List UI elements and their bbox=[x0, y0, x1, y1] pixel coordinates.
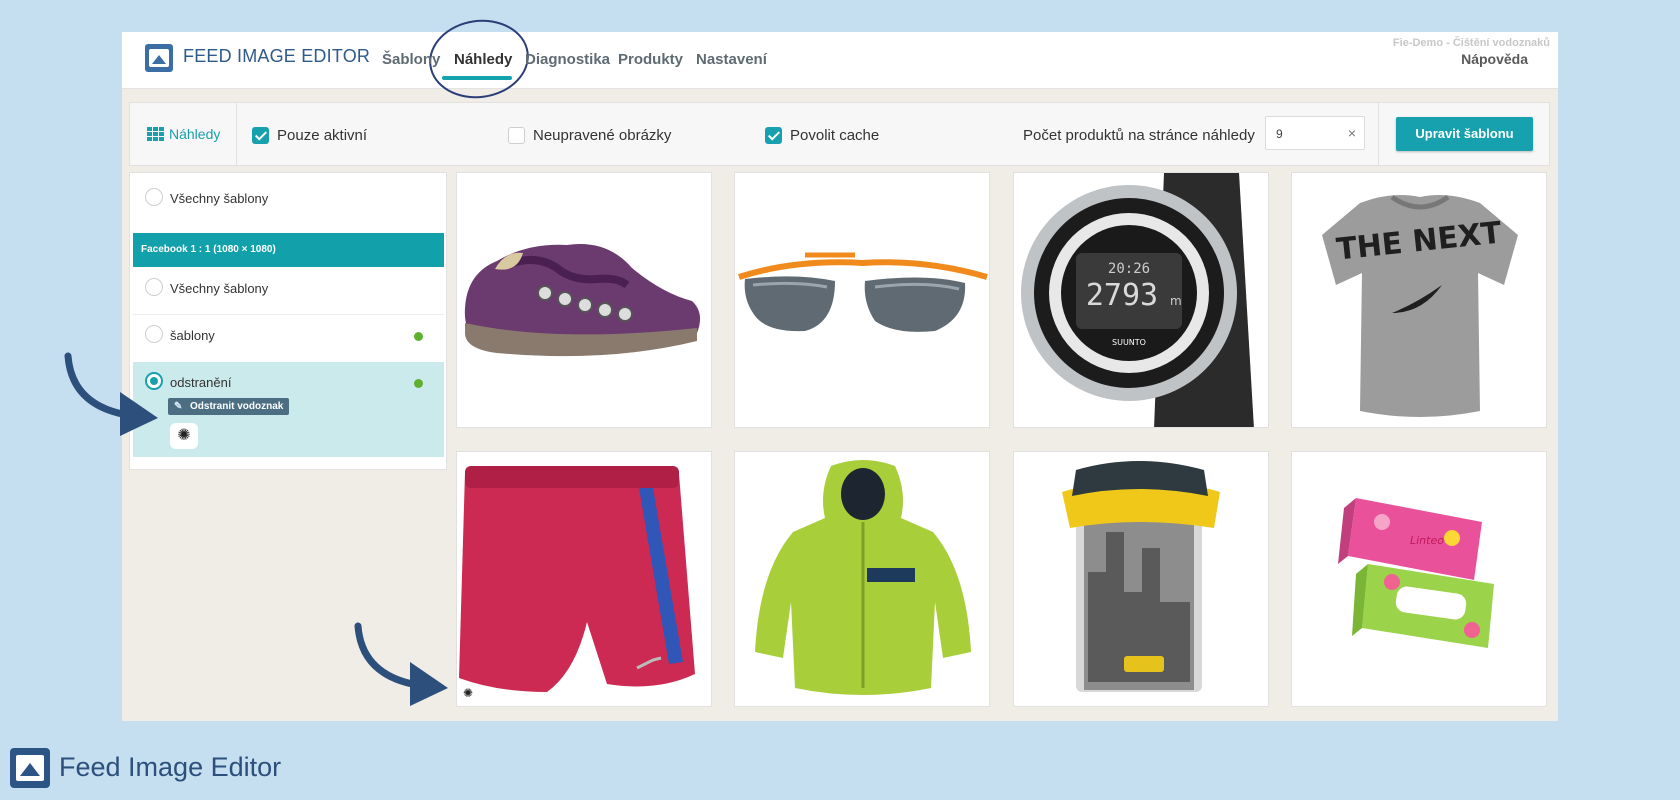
row-divider bbox=[133, 314, 444, 315]
tshirt-image: THE NEXT bbox=[1322, 194, 1518, 417]
unedited-images-checkbox[interactable] bbox=[508, 127, 525, 144]
watch-altitude-text: 2793 bbox=[1086, 278, 1158, 313]
watermark-thumbnail: ✺ bbox=[170, 423, 198, 449]
preview-toolbar: Náhledy Pouze aktivní Neupravené obrázky… bbox=[129, 102, 1550, 166]
eraser-icon: ✎ bbox=[174, 401, 183, 412]
watch-brand-text: SUUNTO bbox=[1112, 338, 1146, 347]
jacket-image bbox=[755, 460, 971, 695]
sunglasses-image bbox=[738, 252, 988, 332]
footer-title: Feed Image Editor bbox=[59, 752, 282, 782]
template-radio[interactable] bbox=[145, 278, 163, 296]
product-card[interactable] bbox=[734, 172, 990, 428]
only-active-checkbox[interactable] bbox=[252, 127, 269, 144]
toolbar-divider bbox=[236, 103, 237, 165]
nav-previews[interactable]: Náhledy bbox=[454, 51, 512, 68]
logo-icon bbox=[145, 44, 173, 72]
allow-cache-label: Povolit cache bbox=[790, 127, 880, 144]
all-templates-radio[interactable] bbox=[145, 188, 163, 206]
app-window: FEED IMAGE EDITOR Šablony Náhledy Diagno… bbox=[122, 13, 1558, 721]
brand-title: FEED IMAGE EDITOR bbox=[183, 46, 371, 66]
product-card[interactable] bbox=[456, 172, 712, 428]
template-radio[interactable] bbox=[145, 325, 163, 343]
products-per-page-value: 9 bbox=[1276, 127, 1283, 141]
product-card[interactable]: 20:26 2793 m SUUNTO bbox=[1013, 172, 1269, 428]
all-templates-label: Všechny šablony bbox=[170, 191, 269, 206]
product-card[interactable] bbox=[734, 451, 990, 707]
products-per-page-input[interactable]: 9 × bbox=[1265, 116, 1365, 150]
watch-time-text: 20:26 bbox=[1108, 261, 1150, 277]
allow-cache-checkbox[interactable] bbox=[765, 127, 782, 144]
nav-templates[interactable]: Šablony bbox=[382, 51, 440, 68]
help-link[interactable]: Nápověda bbox=[1461, 51, 1528, 67]
arrow-annotation bbox=[354, 622, 448, 706]
product-card[interactable]: Linteo bbox=[1291, 451, 1547, 707]
only-active-label: Pouze aktivní bbox=[277, 127, 368, 144]
trash-bin-image bbox=[1062, 461, 1220, 692]
nav-active-indicator bbox=[442, 76, 512, 80]
grid-icon bbox=[147, 127, 165, 141]
format-section-header: Facebook 1 : 1 (1080 × 1080) bbox=[133, 233, 444, 267]
project-label: Fie-Demo - Čištění vodoznaků bbox=[1392, 37, 1550, 49]
previews-toggle[interactable]: Náhledy bbox=[169, 126, 220, 142]
template-label: šablony bbox=[170, 328, 215, 343]
template-label: odstranění bbox=[170, 375, 232, 390]
remove-watermark-tag: ✎ Odstranit vodoznak bbox=[168, 398, 290, 415]
active-status-dot bbox=[414, 379, 423, 388]
footer-logo-icon bbox=[10, 748, 50, 788]
nav-diagnostics[interactable]: Diagnostika bbox=[525, 51, 610, 68]
top-navbar: FEED IMAGE EDITOR Šablony Náhledy Diagno… bbox=[122, 13, 1558, 105]
watch-unit-text: m bbox=[1170, 294, 1182, 308]
template-label: Všechny šablony bbox=[170, 281, 269, 296]
product-card[interactable]: THE NEXT bbox=[1291, 172, 1547, 428]
unedited-images-label: Neupravené obrázky bbox=[533, 127, 672, 144]
active-status-dot bbox=[414, 332, 423, 341]
watch-image: 20:26 2793 m SUUNTO bbox=[1021, 173, 1254, 427]
shoe-image bbox=[464, 243, 701, 357]
product-card[interactable] bbox=[1013, 451, 1269, 707]
tissue-brand-text: Linteo bbox=[1410, 534, 1444, 547]
watermark-icon: ✺ bbox=[463, 686, 474, 700]
products-per-page-label: Počet produktů na stránce náhledy bbox=[1023, 127, 1255, 144]
templates-panel: Všechny šablony Facebook 1 : 1 (1080 × 1… bbox=[129, 172, 447, 470]
shorts-image bbox=[459, 466, 695, 692]
edit-template-button[interactable]: Upravit šablonu bbox=[1396, 117, 1533, 151]
arrow-annotation bbox=[64, 352, 158, 436]
clear-icon[interactable]: × bbox=[1348, 125, 1356, 141]
remove-watermark-label: Odstranit vodoznak bbox=[190, 401, 284, 412]
nav-products[interactable]: Produkty bbox=[618, 51, 683, 68]
product-card[interactable]: ✺ bbox=[456, 451, 712, 707]
tissue-box-image: Linteo bbox=[1338, 498, 1494, 648]
toolbar-divider bbox=[1378, 103, 1379, 165]
nav-settings[interactable]: Nastavení bbox=[696, 51, 767, 68]
